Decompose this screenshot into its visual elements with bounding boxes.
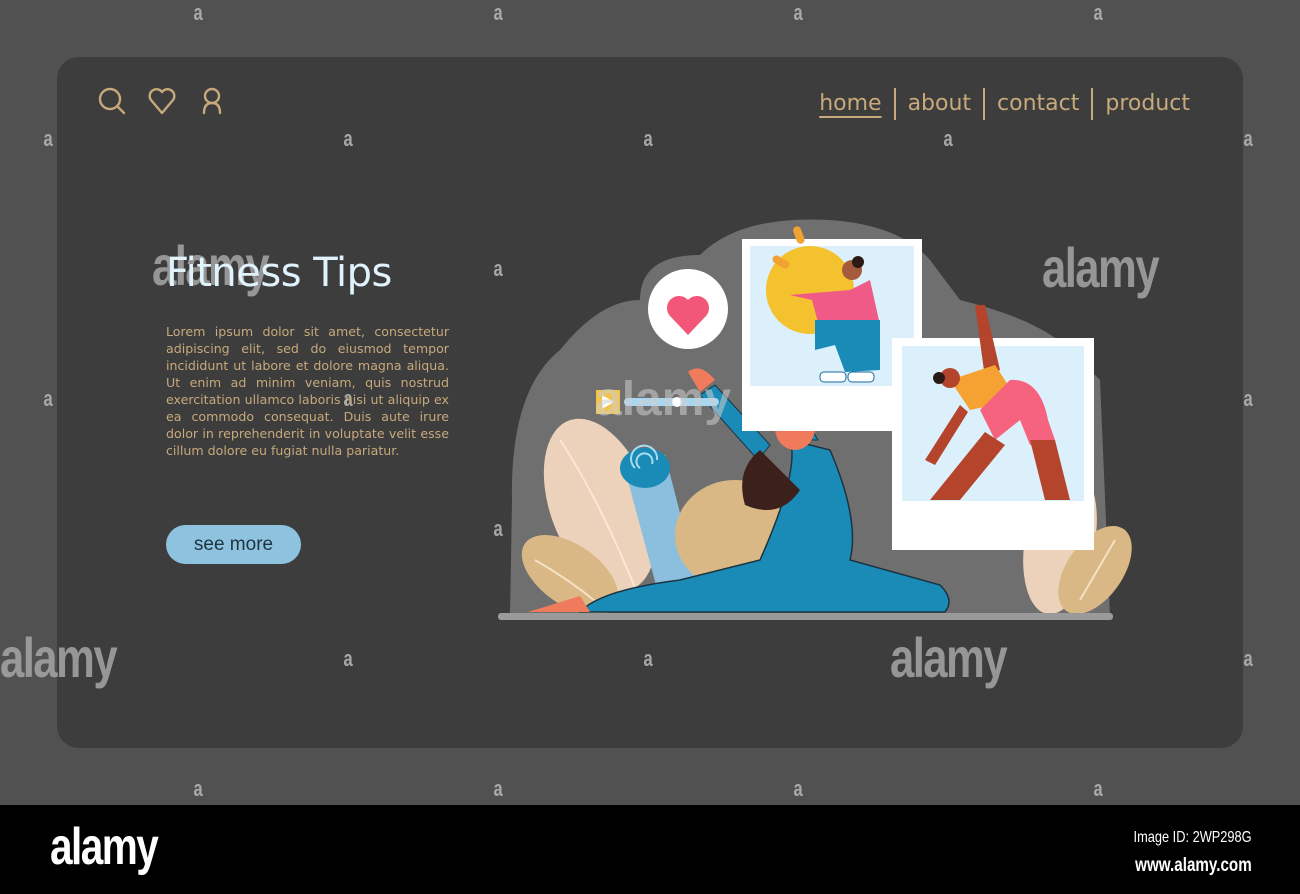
watermark-letter: a: [1243, 126, 1253, 151]
header-icon-group: [97, 86, 227, 116]
floor-line: [498, 613, 1113, 620]
photo-card-yoga: [892, 305, 1094, 550]
fitness-illustration: alamy: [498, 219, 1132, 620]
main-nav: home about contact product: [807, 88, 1202, 120]
nav-about[interactable]: about: [896, 89, 983, 119]
see-more-button[interactable]: see more: [166, 525, 301, 564]
watermark-letter: a: [43, 386, 53, 411]
watermark-letter: a: [793, 0, 803, 25]
watermark-letter: a: [1093, 0, 1103, 25]
nav-contact[interactable]: contact: [985, 89, 1091, 119]
watermark-letter: a: [1243, 646, 1253, 671]
footer-logo: alamy: [50, 818, 159, 876]
heart-icon[interactable]: [147, 86, 177, 116]
footer-bar: alamy Image ID: 2WP298G www.alamy.com: [0, 805, 1300, 894]
watermark-letter: a: [1243, 386, 1253, 411]
watermark-letter: a: [793, 776, 803, 801]
watermark-letter: a: [193, 776, 203, 801]
image-id: Image ID: 2WP298G: [1133, 829, 1252, 846]
nav-product[interactable]: product: [1093, 89, 1202, 119]
watermark-letter: a: [193, 0, 203, 25]
hero-description: Lorem ipsum dolor sit amet, consectetur …: [166, 324, 449, 458]
search-icon[interactable]: [97, 86, 127, 116]
watermark-letter: a: [493, 0, 503, 25]
page-title: Fitness Tips: [166, 250, 392, 296]
watermark-letter: a: [1093, 776, 1103, 801]
watermark-logo: alamy: [595, 373, 731, 426]
watermark-letter: a: [43, 126, 53, 151]
site-url[interactable]: www.alamy.com: [1135, 855, 1252, 877]
watermark-letter: a: [493, 776, 503, 801]
user-icon[interactable]: [197, 86, 227, 116]
nav-home[interactable]: home: [807, 89, 893, 119]
like-badge: [648, 269, 728, 349]
